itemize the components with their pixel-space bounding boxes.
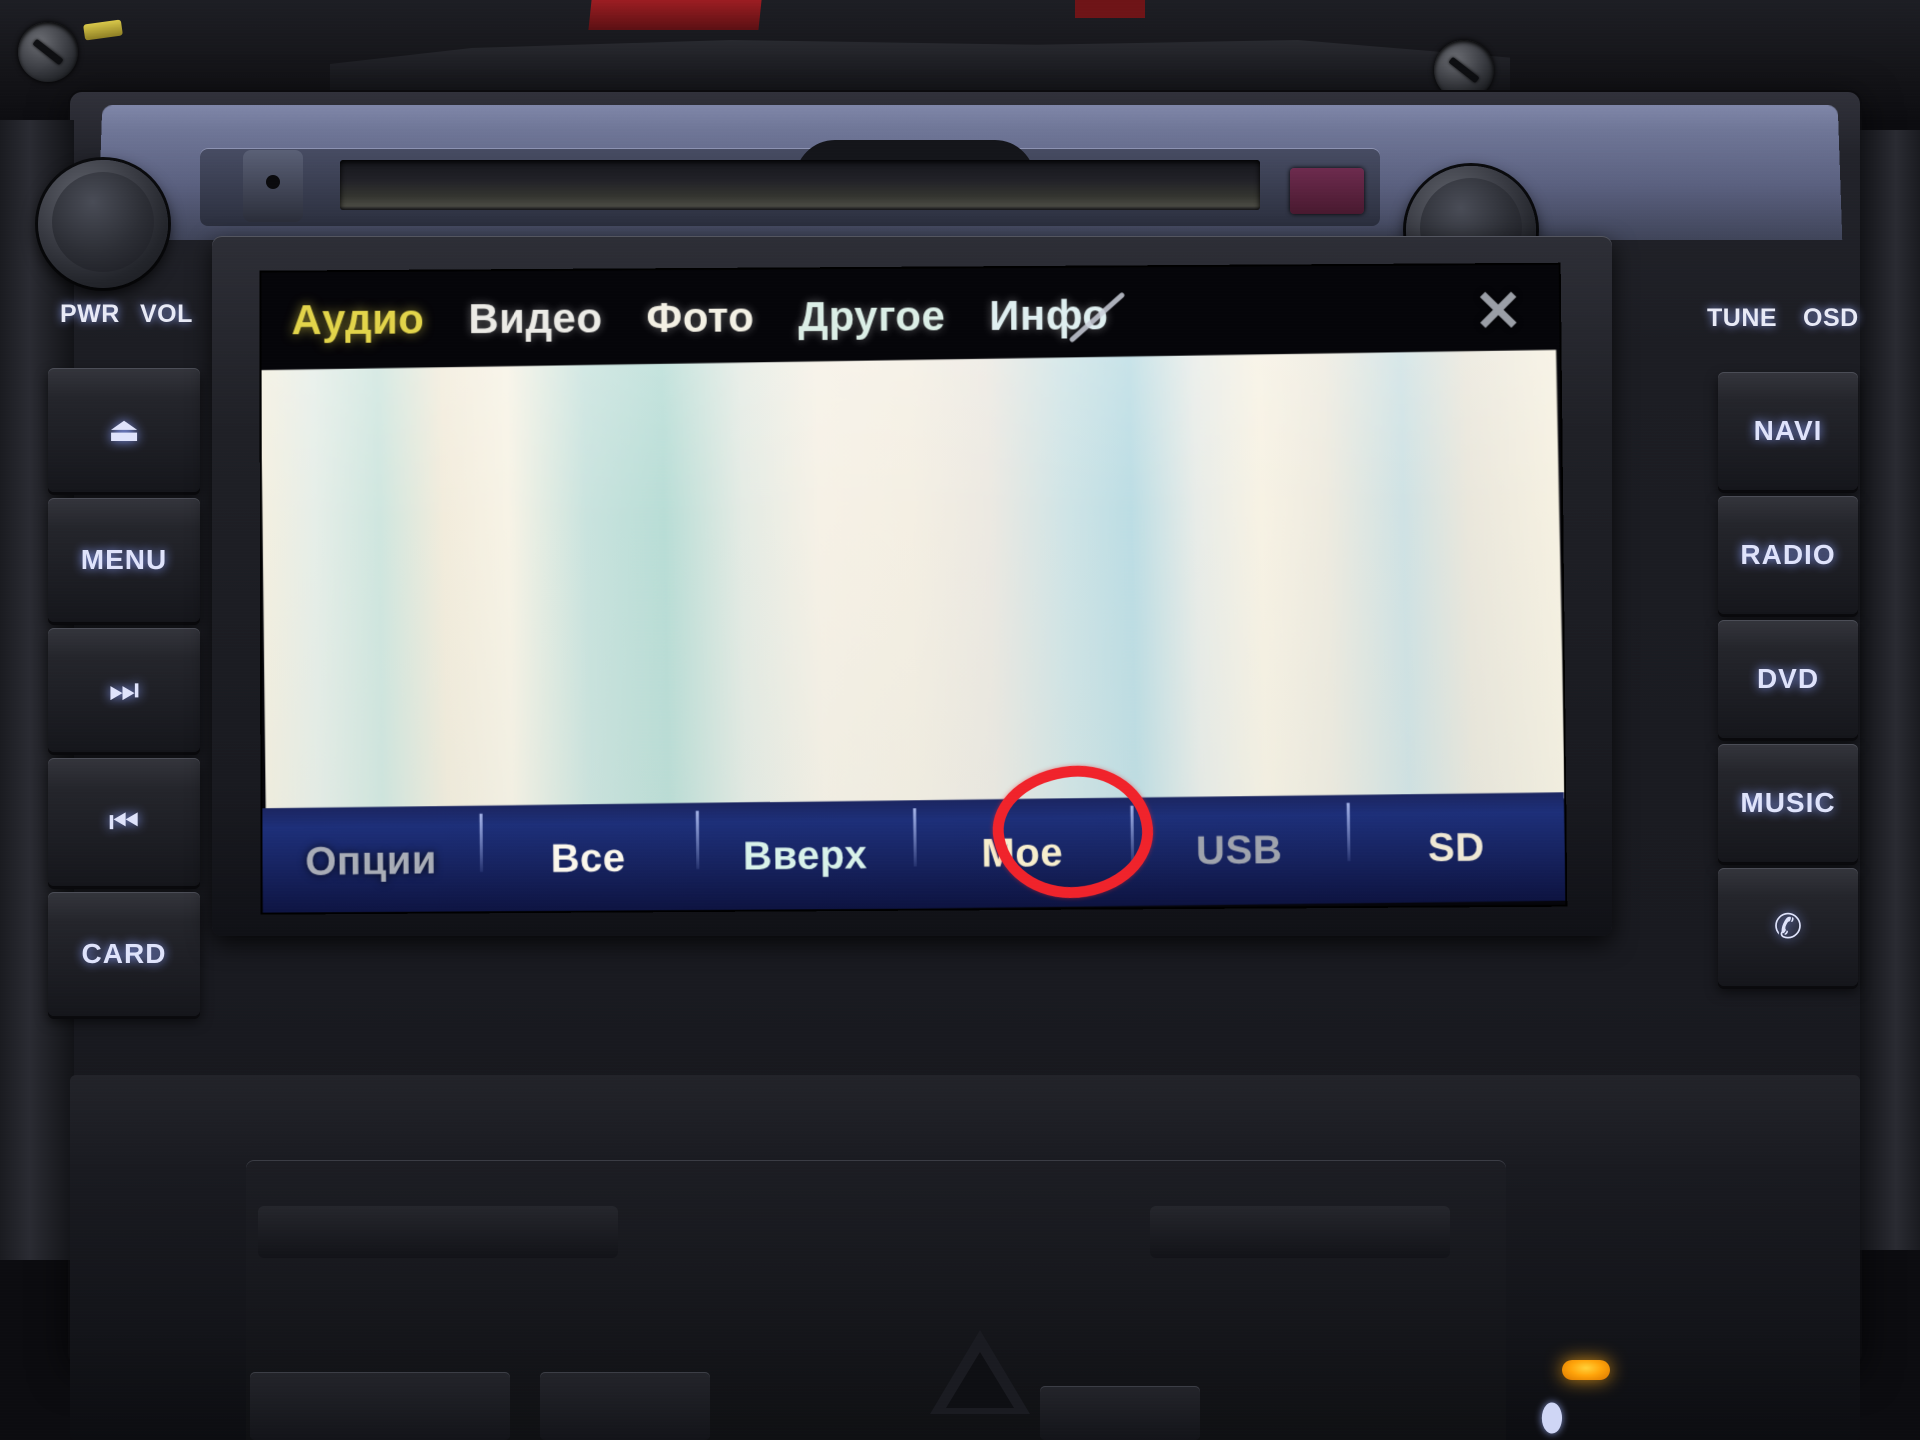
dvd-button-label: DVD	[1756, 663, 1820, 694]
eject-indicator-chip[interactable]	[1290, 168, 1364, 214]
toolbar-button-mine[interactable]: Мое	[913, 829, 1131, 877]
lower-blank-button-1[interactable]	[250, 1372, 510, 1440]
hazard-light-button[interactable]	[930, 1330, 1030, 1414]
close-icon[interactable]: ✕	[1471, 279, 1525, 344]
phone-button[interactable]: ✆	[1718, 868, 1858, 986]
file-list-area[interactable]	[261, 349, 1566, 819]
toolbar-button-all[interactable]: Все	[479, 835, 697, 883]
phone-handset-icon: ✆	[1773, 908, 1803, 946]
osd-label: OSD	[1803, 304, 1859, 332]
eject-button[interactable]: ⏏	[48, 368, 200, 492]
dvd-button[interactable]: DVD	[1718, 620, 1858, 738]
lower-blank-button-3[interactable]	[1040, 1386, 1200, 1440]
toolbar-button-usb[interactable]: USB	[1130, 827, 1348, 875]
right-trim	[1860, 130, 1920, 1250]
menu-item-info[interactable]: Инфо	[989, 291, 1109, 340]
vent-left	[258, 1206, 618, 1258]
lower-blank-button-2[interactable]	[540, 1372, 710, 1440]
next-track-icon: ⏭	[108, 671, 140, 709]
pwr-label: PWR	[60, 300, 120, 328]
next-track-button[interactable]: ⏭	[48, 628, 200, 752]
card-button-label: CARD	[81, 938, 167, 969]
tune-label: TUNE	[1707, 304, 1778, 332]
toolbar-button-options[interactable]: Опции	[262, 837, 479, 885]
menu-item-video[interactable]: Видео	[468, 294, 602, 343]
cd-slot[interactable]	[340, 160, 1260, 210]
radio-button[interactable]: RADIO	[1718, 496, 1858, 614]
menu-item-other[interactable]: Другое	[798, 292, 945, 341]
dash-screw-right	[1434, 40, 1494, 100]
dash-screw-left	[18, 22, 78, 82]
menu-item-photo[interactable]: Фото	[646, 294, 754, 342]
menu-item-audio[interactable]: Аудио	[291, 296, 424, 345]
navi-button-label: NAVI	[1753, 415, 1823, 446]
lcd-display[interactable]: Аудио Видео Фото Другое Инфо ✕ Опции Все…	[261, 264, 1566, 913]
seat-heater-icon: ⬮	[1540, 1397, 1564, 1439]
prev-track-button[interactable]: ⏮	[48, 758, 200, 886]
menu-button[interactable]: MENU	[48, 498, 200, 622]
power-volume-knob[interactable]	[38, 160, 168, 288]
card-button[interactable]: CARD	[48, 892, 200, 1016]
toolbar-button-sd[interactable]: SD	[1347, 824, 1565, 872]
music-button-label: MUSIC	[1740, 787, 1836, 818]
menu-button-label: MENU	[80, 544, 168, 575]
amber-indicator-led	[1562, 1360, 1610, 1380]
reset-pinhole[interactable]	[243, 150, 303, 222]
eject-icon: ⏏	[107, 411, 141, 449]
navi-button[interactable]: NAVI	[1718, 372, 1858, 490]
prev-track-icon: ⏮	[108, 803, 140, 841]
music-button[interactable]: MUSIC	[1718, 744, 1858, 862]
radio-button-label: RADIO	[1740, 539, 1836, 570]
vent-right	[1150, 1206, 1450, 1258]
screenshot-root: PWR VOL TUNE OSD ⏏ MENU ⏭ ⏮ CARD NAVI RA…	[0, 0, 1920, 1440]
toolbar-button-up[interactable]: Вверх	[696, 832, 914, 880]
vol-label: VOL	[140, 300, 193, 328]
red-connector	[588, 0, 762, 30]
red-connector-secondary	[1075, 0, 1145, 18]
bottom-toolbar: Опции Все Вверх Мое USB SD	[262, 792, 1566, 913]
